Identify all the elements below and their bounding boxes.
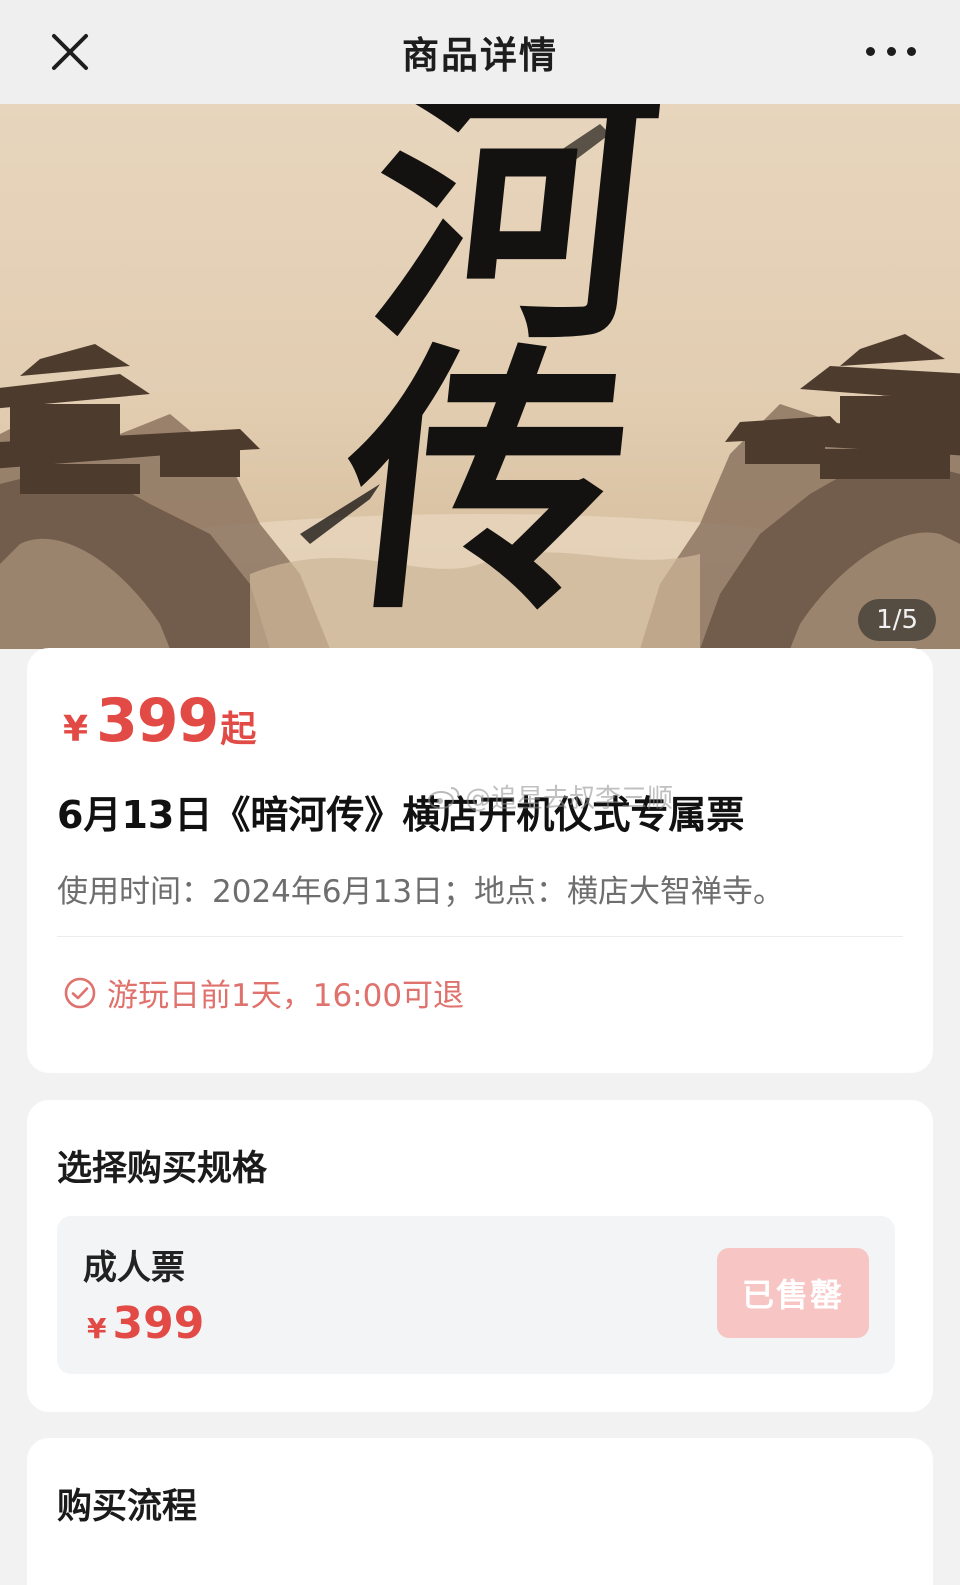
spec-option-name: 成人票	[83, 1248, 185, 1288]
spec-option-price: ¥ 399	[87, 1298, 205, 1349]
price-suffix: 起	[220, 709, 257, 750]
process-title: 购买流程	[57, 1487, 198, 1527]
refund-policy[interactable]: 游玩日前1天，16:00可退	[63, 970, 464, 1015]
price: ¥ 399 起	[63, 686, 256, 756]
spec-option-adult[interactable]: 成人票 ¥ 399 已售罄	[57, 1216, 895, 1374]
page-title: 商品详情	[402, 34, 558, 77]
purchase-process-card: 购买流程	[27, 1438, 933, 1585]
price-currency: ¥	[63, 709, 89, 750]
product-info-card: ¥ 399 起 6月13日《暗河传》横店开机仪式专属票 使用时间：2024年6月…	[27, 648, 933, 1073]
price-value: 399	[96, 686, 219, 756]
close-icon[interactable]	[48, 30, 92, 74]
page: 商品详情 河 传 1/5 ¥ 399 起 6月13日《暗河传》横店开机仪式专属票…	[0, 0, 960, 1585]
product-banner[interactable]: 河 传 1/5	[0, 104, 960, 649]
divider	[57, 936, 903, 937]
usage-info: 使用时间：2024年6月13日；地点：横店大智禅寺。	[57, 874, 785, 910]
watermark: @追星去叔李三顺	[427, 778, 673, 815]
image-counter: 1/5	[858, 599, 936, 641]
banner-calligraphy: 河 传	[328, 104, 672, 648]
watermark-text: @追星去叔李三顺	[465, 784, 674, 814]
spec-card: 选择购买规格 成人票 ¥ 399 已售罄	[27, 1100, 933, 1412]
refund-policy-text: 游玩日前1天，16:00可退	[107, 978, 465, 1014]
more-icon[interactable]	[866, 36, 916, 66]
sold-out-button[interactable]: 已售罄	[717, 1248, 869, 1338]
weibo-icon	[428, 786, 460, 809]
nav-bar: 商品详情	[0, 0, 960, 104]
check-circle-icon	[64, 977, 96, 1008]
spec-title: 选择购买规格	[57, 1149, 268, 1189]
